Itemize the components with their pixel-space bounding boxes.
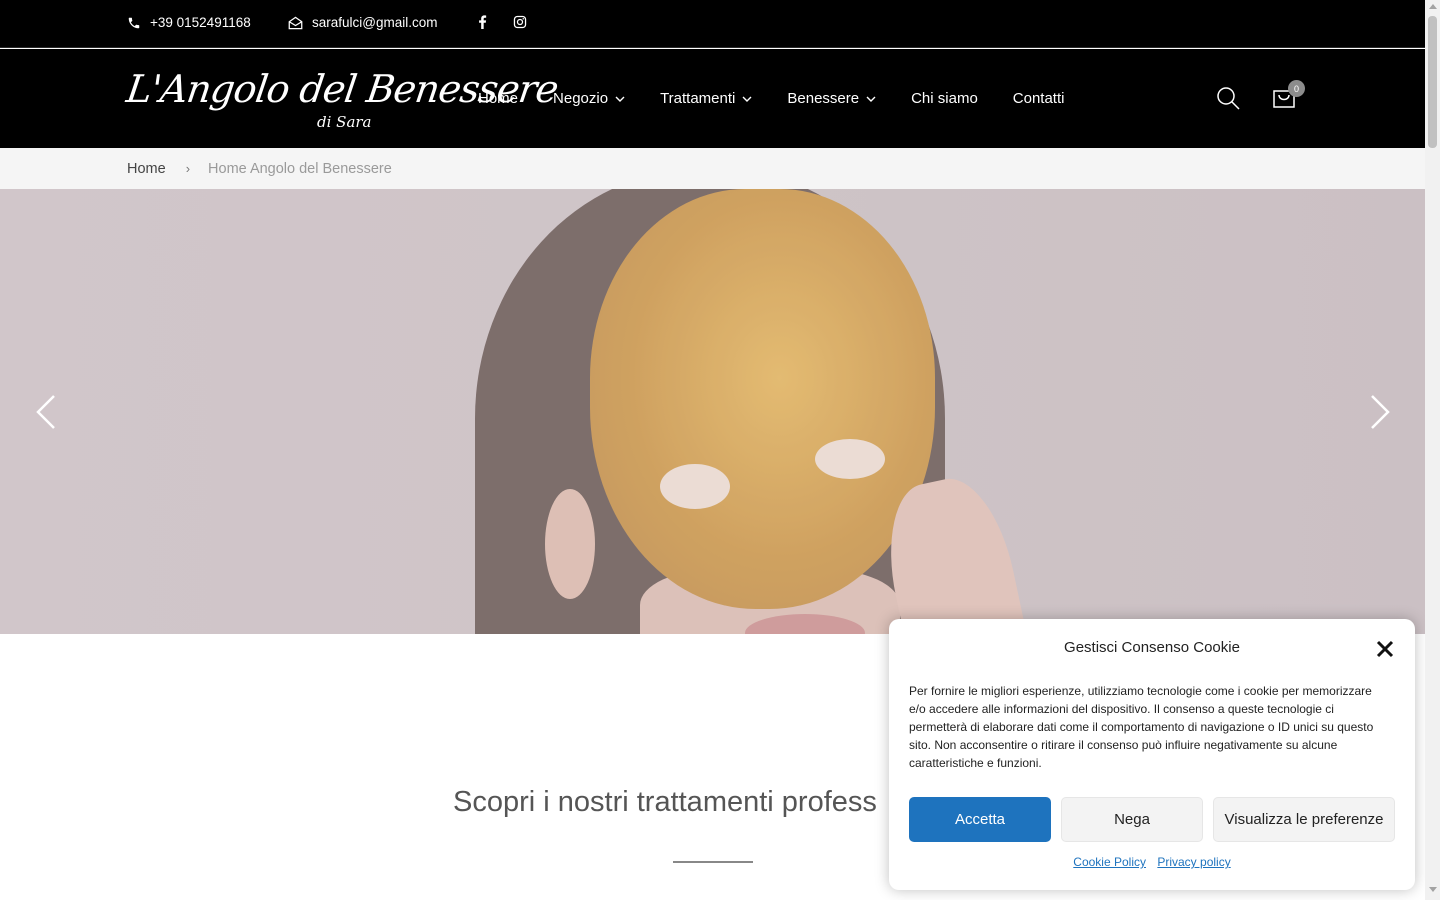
nav-negozio-label: Negozio	[553, 90, 609, 107]
search-icon	[1217, 87, 1240, 110]
facebook-link[interactable]	[478, 15, 487, 29]
instagram-link[interactable]	[513, 15, 527, 29]
email-contact[interactable]: sarafulci@gmail.com	[288, 15, 438, 30]
accept-button[interactable]: Accetta	[909, 797, 1051, 842]
slider-prev-button[interactable]	[34, 394, 58, 430]
main-navigation: Home Negozio Trattamenti Benessere Chi s…	[478, 49, 1099, 148]
facebook-icon	[479, 15, 487, 29]
section-divider	[673, 861, 753, 863]
close-icon[interactable]	[1376, 640, 1394, 658]
nav-trattamenti[interactable]: Trattamenti	[660, 90, 752, 107]
site-logo[interactable]: L'Angolo del Benessere di Sara	[124, 63, 561, 135]
cookie-dialog-title: Gestisci Consenso Cookie	[1064, 639, 1240, 656]
nav-home[interactable]: Home	[478, 90, 518, 107]
scroll-down-arrow[interactable]	[1429, 887, 1437, 892]
deny-button[interactable]: Nega	[1061, 797, 1203, 842]
instagram-icon	[513, 15, 527, 29]
nav-benessere[interactable]: Benessere	[787, 90, 876, 107]
cookie-consent-dialog: Gestisci Consenso Cookie Per fornire le …	[889, 619, 1415, 890]
chevron-down-icon	[866, 96, 876, 102]
phone-number: +39 0152491168	[150, 15, 251, 30]
logo-subtitle: di Sara	[317, 113, 372, 131]
hero-overlay	[0, 189, 1425, 634]
nav-contatti-label: Contatti	[1012, 90, 1065, 107]
section-title: Scopri i nostri trattamenti profess	[453, 786, 877, 818]
breadcrumb: Home › Home Angolo del Benessere	[0, 148, 1425, 189]
nav-trattamenti-label: Trattamenti	[660, 90, 736, 107]
phone-icon	[128, 17, 140, 28]
breadcrumb-current: Home Angolo del Benessere	[208, 160, 392, 177]
nav-contatti[interactable]: Contatti	[1013, 90, 1065, 107]
scrollbar-thumb[interactable]	[1428, 16, 1437, 148]
email-address: sarafulci@gmail.com	[312, 15, 438, 30]
privacy-policy-link[interactable]: Privacy policy	[1157, 855, 1230, 869]
chevron-down-icon	[742, 96, 752, 102]
nav-home-label: Home	[478, 90, 519, 107]
search-button[interactable]	[1216, 86, 1240, 115]
cart-count-badge: 0	[1288, 80, 1305, 97]
nav-chi-siamo[interactable]: Chi siamo	[911, 90, 978, 107]
nav-negozio[interactable]: Negozio	[553, 90, 625, 107]
cookie-dialog-links: Cookie Policy Privacy policy	[889, 855, 1415, 869]
breadcrumb-home[interactable]: Home	[127, 161, 166, 177]
nav-chi-siamo-label: Chi siamo	[911, 90, 978, 107]
cookie-dialog-text: Per fornire le migliori esperienze, util…	[909, 684, 1374, 770]
envelope-icon	[288, 16, 303, 29]
hero-slider	[0, 189, 1425, 634]
view-preferences-button[interactable]: Visualizza le preferenze	[1213, 797, 1395, 842]
phone-contact[interactable]: +39 0152491168	[127, 15, 251, 30]
page-scrollbar[interactable]	[1425, 0, 1440, 900]
scroll-up-arrow[interactable]	[1429, 4, 1437, 9]
top-bar: +39 0152491168 sarafulci@gmail.com	[0, 0, 1425, 48]
cookie-policy-link[interactable]: Cookie Policy	[1073, 855, 1146, 869]
nav-benessere-label: Benessere	[787, 90, 860, 107]
chevron-down-icon	[615, 96, 625, 102]
breadcrumb-separator: ›	[185, 161, 191, 176]
slider-next-button[interactable]	[1368, 394, 1392, 430]
main-header: L'Angolo del Benessere di Sara Home Nego…	[0, 49, 1425, 148]
